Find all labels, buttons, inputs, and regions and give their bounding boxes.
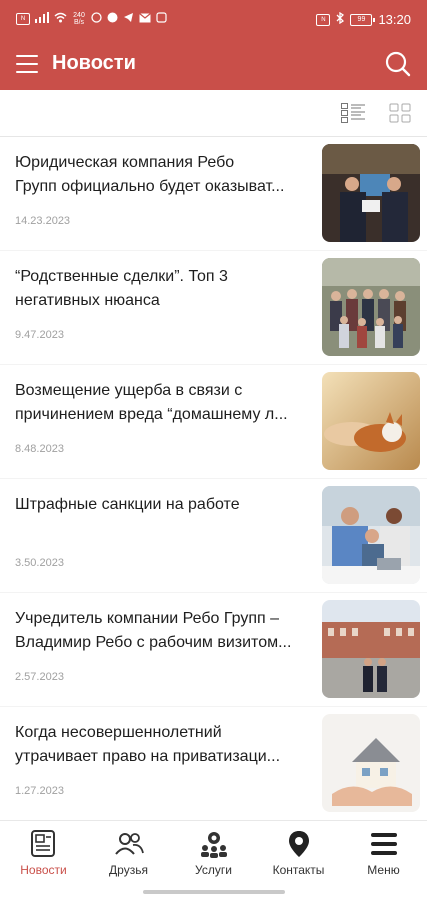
nav-label: Новости — [20, 863, 67, 877]
wifi-icon — [54, 12, 67, 26]
clock: 13:20 — [378, 12, 411, 27]
telegram-icon — [123, 12, 134, 26]
news-title: “Родственные сделки”. Топ 3 негативных н… — [15, 268, 228, 309]
nav-label: Меню — [367, 863, 400, 877]
nav-item-friends[interactable]: Друзья — [86, 829, 171, 877]
news-title: Учредитель компании Ребо Групп – Владими… — [15, 610, 292, 651]
city-square-photo — [322, 600, 420, 698]
signal-icon — [35, 12, 49, 26]
news-date: 2.57.2023 — [15, 671, 64, 683]
news-item[interactable]: Штрафные санкции на работе 3.50.2023 — [0, 479, 427, 592]
news-title: Когда несовершеннолетний утрачивает прав… — [15, 724, 281, 765]
app-bar: Новости — [0, 40, 427, 90]
viber-icon — [107, 12, 118, 26]
nav-label: Услуги — [195, 863, 232, 877]
house-in-hands-photo — [322, 714, 420, 812]
nav-item-contacts[interactable]: Контакты — [256, 829, 341, 877]
battery-indicator: 99 — [350, 13, 376, 26]
news-item[interactable]: Когда несовершеннолетний утрачивает прав… — [0, 707, 427, 820]
menu-icon — [369, 829, 399, 859]
network-speed: 240 B/s — [73, 12, 85, 26]
nfc-icon: N — [16, 13, 30, 25]
news-date: 1.27.2023 — [15, 785, 64, 797]
news-title: Штрафные санкции на работе — [15, 496, 240, 513]
family-group-photo — [322, 258, 420, 356]
news-title: Юридическая компания Ребо Групп официаль… — [15, 154, 285, 195]
news-date: 9.47.2023 — [15, 329, 64, 341]
news-item[interactable]: Юридическая компания Ребо Групп официаль… — [0, 137, 427, 250]
nav-label: Контакты — [272, 863, 325, 877]
office-team-photo — [322, 486, 420, 584]
nav-item-news[interactable]: Новости — [1, 829, 86, 877]
services-icon — [199, 829, 229, 859]
whatsapp-icon — [91, 12, 102, 26]
news-item[interactable]: Возмещение ущерба в связи с причинением … — [0, 365, 427, 478]
nav-item-menu[interactable]: Меню — [341, 829, 426, 877]
view-toggle-bar — [0, 90, 427, 137]
grid-view-icon[interactable] — [389, 103, 411, 123]
status-bar: N 240 B/s N 99 13:20 — [0, 0, 427, 40]
news-title: Возмещение ущерба в связи с причинением … — [15, 382, 288, 423]
status-bar-left: N 240 B/s — [16, 12, 167, 26]
hamburger-icon[interactable] — [16, 55, 38, 75]
news-item[interactable]: “Родственные сделки”. Топ 3 негативных н… — [0, 251, 427, 364]
friends-icon — [114, 829, 144, 859]
bottom-navigation: Новости Друзья Услуги Контакты Меню — [0, 820, 427, 901]
news-icon — [29, 829, 59, 859]
home-indicator[interactable] — [143, 890, 285, 894]
gmail-icon — [139, 12, 151, 26]
business-meeting-photo — [322, 144, 420, 242]
page-title: Новости — [52, 52, 136, 74]
search-icon[interactable] — [385, 51, 411, 77]
nav-item-services[interactable]: Услуги — [171, 829, 256, 877]
nav-label: Друзья — [109, 863, 148, 877]
list-view-icon[interactable] — [341, 103, 365, 123]
news-item[interactable]: Учредитель компании Ребо Групп – Владими… — [0, 593, 427, 706]
news-list: Юридическая компания Ребо Групп официаль… — [0, 137, 427, 821]
nfc-indicator: N — [316, 13, 331, 26]
news-date: 3.50.2023 — [15, 557, 64, 569]
location-pin-icon — [284, 829, 314, 859]
news-date: 8.48.2023 — [15, 443, 64, 455]
hangouts-icon — [156, 12, 167, 26]
status-bar-right: N 99 13:20 — [316, 11, 411, 27]
pet-dog-photo — [322, 372, 420, 470]
news-date: 14.23.2023 — [15, 215, 71, 227]
bluetooth-icon — [336, 11, 345, 27]
